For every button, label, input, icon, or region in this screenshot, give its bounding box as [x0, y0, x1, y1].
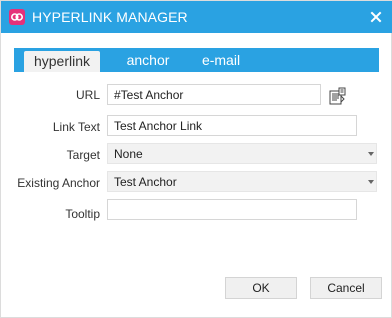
title-bar[interactable]: HYPERLINK MANAGER — [1, 1, 392, 33]
target-select[interactable]: None — [107, 143, 377, 164]
close-button[interactable] — [368, 9, 384, 25]
target-label: Target — [66, 148, 100, 162]
url-field[interactable]: #Test Anchor — [107, 84, 321, 105]
link-text-field[interactable]: Test Anchor Link — [107, 115, 357, 136]
existing-anchor-select-value: Test Anchor — [114, 175, 177, 189]
target-select-value: None — [114, 147, 143, 161]
dialog-title: HYPERLINK MANAGER — [32, 9, 188, 25]
close-icon — [370, 11, 382, 23]
document-manager-button[interactable] — [328, 86, 348, 106]
ok-button[interactable]: OK — [225, 277, 297, 299]
tab-email[interactable]: e-mail — [186, 48, 256, 72]
chevron-down-icon — [368, 180, 374, 184]
tooltip-label: Tooltip — [65, 207, 100, 221]
tab-anchor[interactable]: anchor — [111, 48, 185, 72]
hyperlink-manager-dialog: HYPERLINK MANAGER hyperlink anchor e-mai… — [0, 0, 392, 318]
link-text-label: Link Text — [52, 120, 100, 134]
chevron-down-icon — [368, 152, 374, 156]
link-logo-icon — [9, 9, 25, 25]
tab-hyperlink[interactable]: hyperlink — [24, 51, 100, 72]
existing-anchor-select[interactable]: Test Anchor — [107, 171, 377, 192]
tooltip-field[interactable] — [107, 199, 357, 220]
cancel-button[interactable]: Cancel — [310, 277, 382, 299]
tab-strip: hyperlink anchor e-mail — [14, 48, 379, 72]
url-label: URL — [75, 88, 100, 102]
existing-anchor-label: Existing Anchor — [17, 176, 100, 190]
document-manager-icon — [329, 87, 346, 105]
